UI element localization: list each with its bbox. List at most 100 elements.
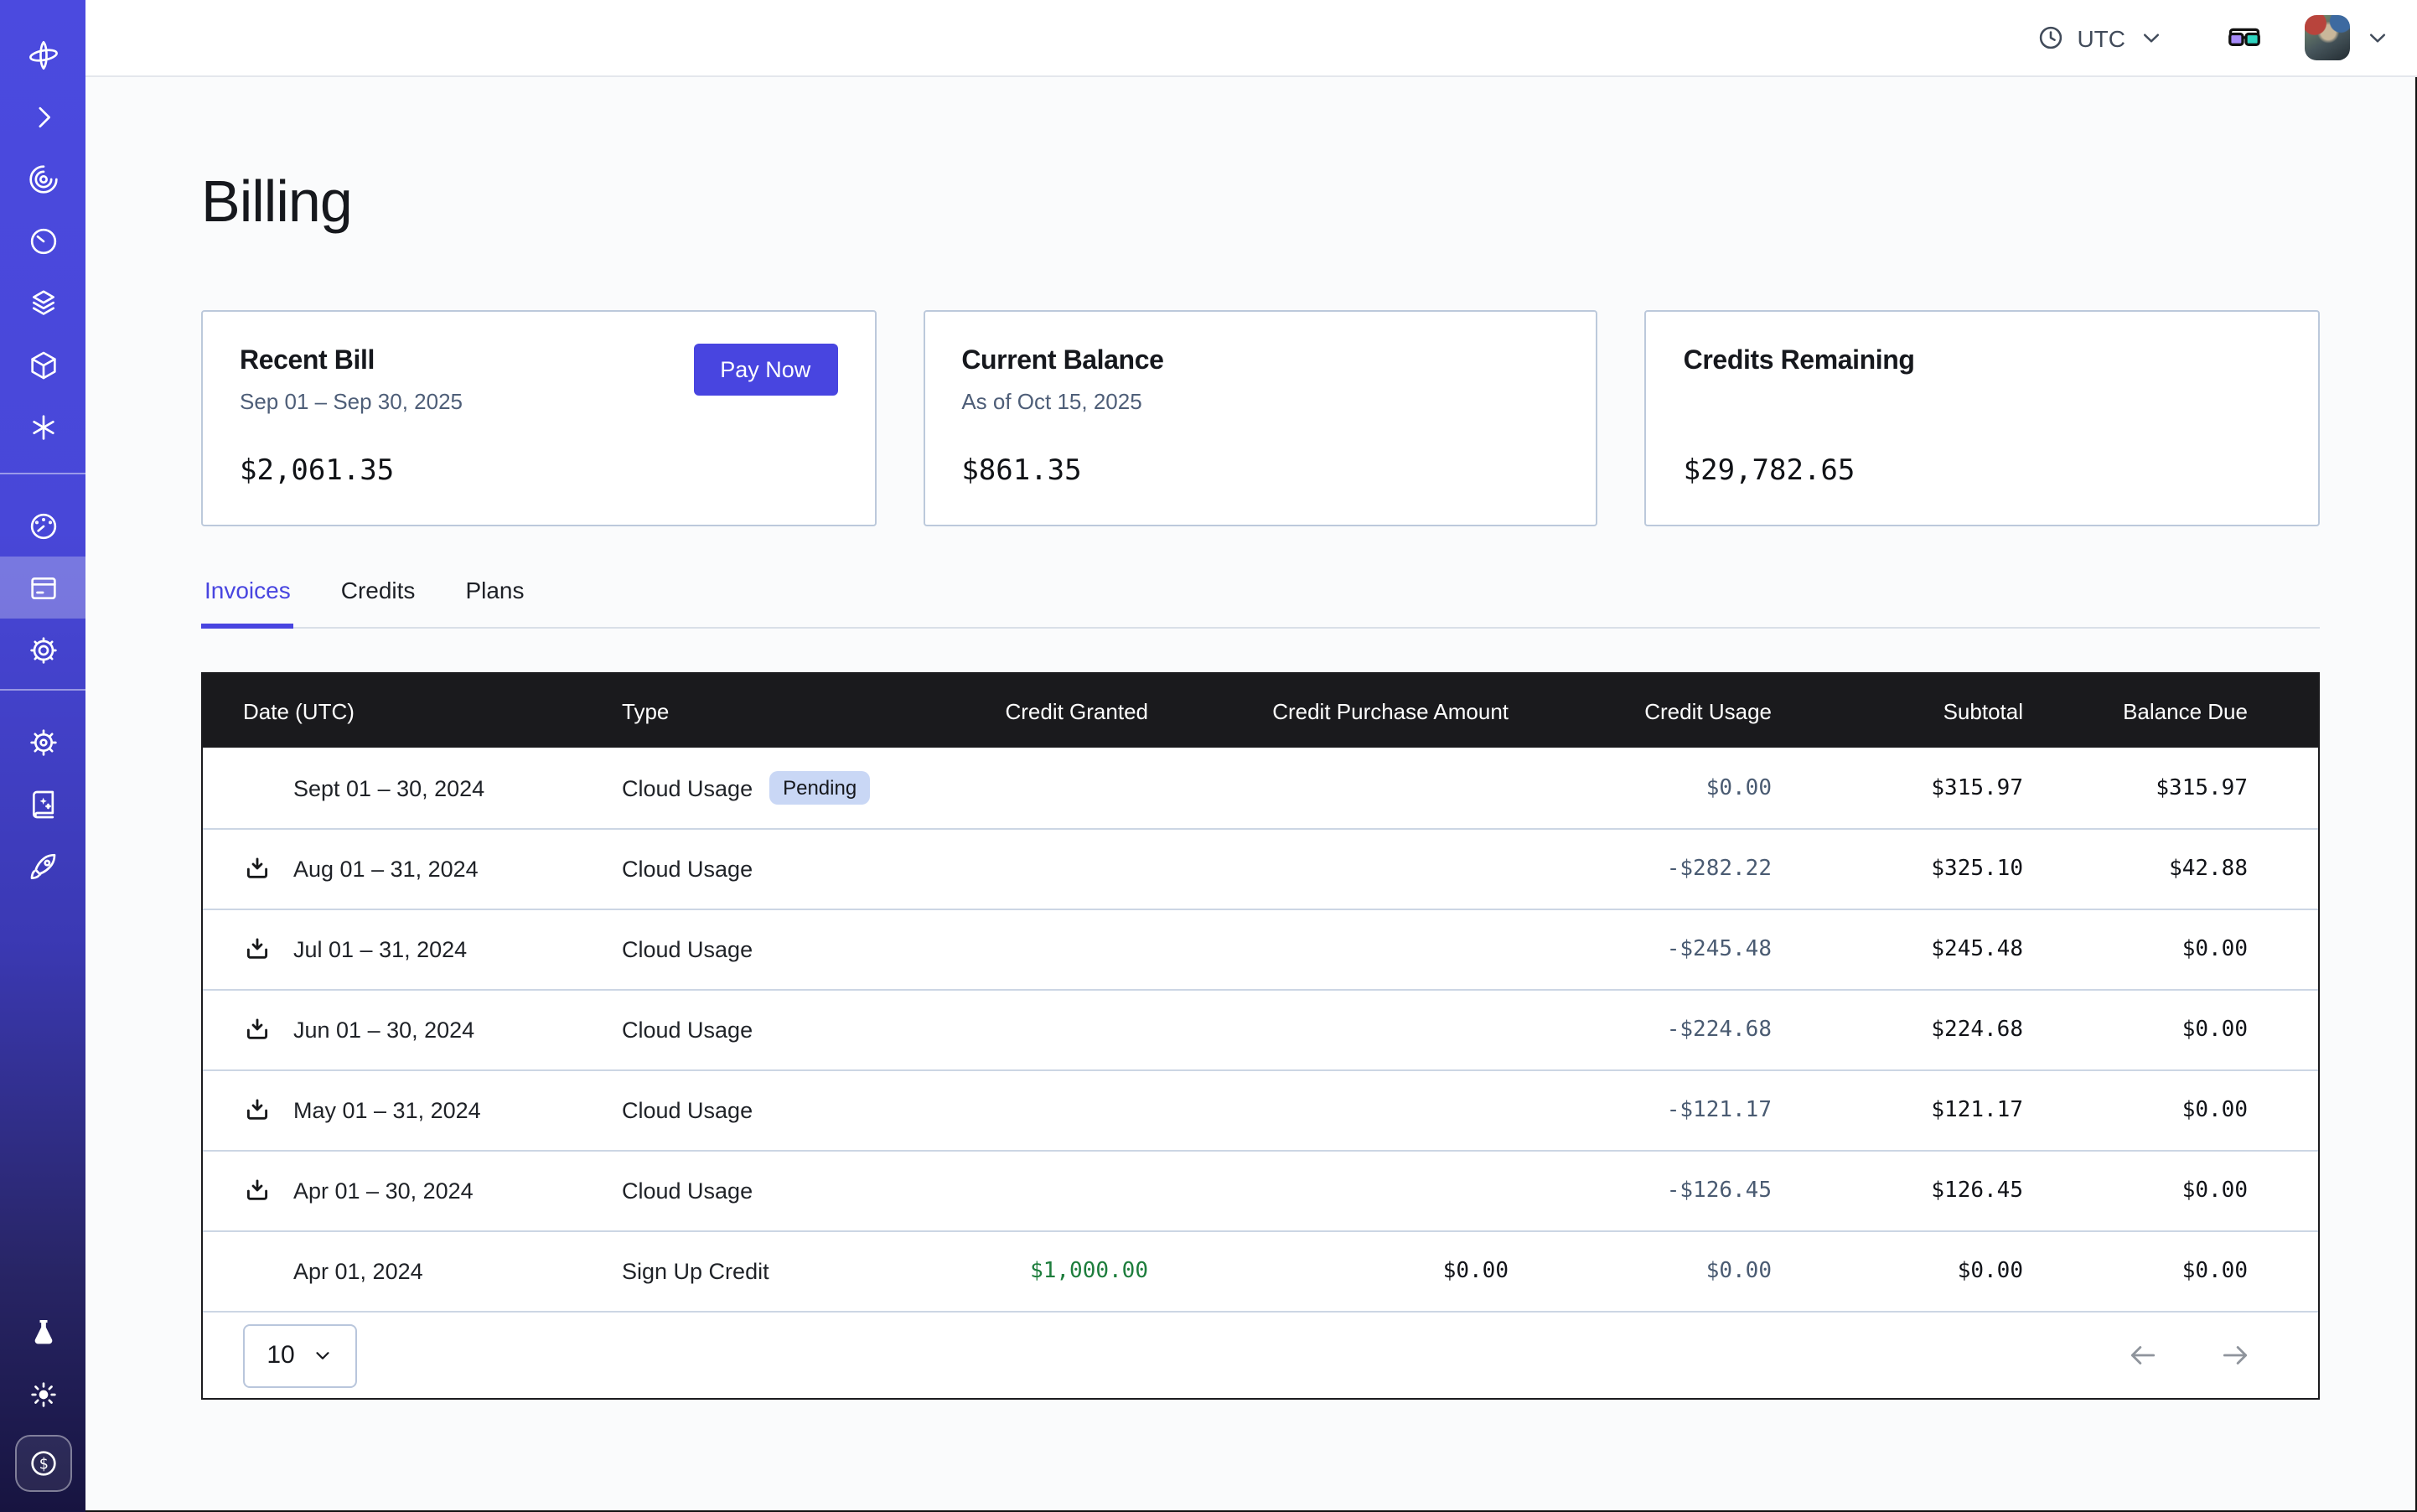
download-icon [243, 1096, 272, 1125]
expand-sidebar-button[interactable] [0, 85, 85, 148]
sidebar-item-integrations[interactable] [0, 396, 85, 458]
invoice-date-cell: Sept 01 – 30, 2024 [203, 774, 622, 802]
gauge-icon [26, 509, 60, 542]
table-header-row: Date (UTC)TypeCredit GrantedCredit Purch… [203, 674, 2318, 748]
invoice-type: Cloud Usage [622, 1098, 753, 1123]
invoice-date: Sept 01 – 30, 2024 [293, 775, 484, 800]
download-invoice-button[interactable] [243, 1257, 272, 1286]
invoice-type-cell: Cloud Usage [622, 857, 873, 882]
asterisk-icon [26, 410, 60, 443]
rocket-icon [26, 849, 60, 883]
table-body: Sept 01 – 30, 2024 Cloud Usage Pending $… [203, 748, 2318, 1311]
profile-menu-button[interactable] [2363, 23, 2392, 52]
invoice-date: Jul 01 – 31, 2024 [293, 937, 467, 962]
arrow-left-icon[interactable] [2127, 1339, 2159, 1371]
download-invoice-button[interactable] [243, 855, 272, 883]
invoice-type-cell: Cloud Usage [622, 1178, 873, 1204]
status-badge: Pending [769, 771, 870, 805]
download-invoice-button[interactable] [243, 1016, 272, 1044]
arrow-right-icon[interactable] [2219, 1339, 2251, 1371]
credit-usage-value: $0.00 [1549, 1259, 1812, 1284]
flask-icon [26, 1315, 60, 1349]
summary-cards: Recent Bill Sep 01 – Sep 30, 2025 $2,061… [201, 310, 2320, 526]
theater-mode-button[interactable] [2226, 19, 2263, 56]
invoice-type-cell: Sign Up Credit [622, 1259, 873, 1284]
table-row: Jun 01 – 30, 2024 Cloud Usage -$224.68 $… [203, 989, 2318, 1069]
invoice-date: May 01 – 31, 2024 [293, 1098, 481, 1123]
user-avatar[interactable] [2305, 15, 2350, 60]
pagination-arrows [2127, 1339, 2251, 1371]
download-invoice-button[interactable] [243, 774, 272, 802]
balance-due-value: $0.00 [2063, 1178, 2318, 1204]
invoice-date: Apr 01, 2024 [293, 1259, 423, 1284]
orbit-logo-icon[interactable] [0, 23, 85, 85]
sidebar-divider [0, 473, 85, 474]
gear-icon [26, 633, 60, 666]
recent-bill-amount: $2,061.35 [240, 454, 394, 488]
sidebar-item-monitors[interactable] [0, 210, 85, 272]
download-icon [243, 935, 272, 964]
credit-usage-value: -$245.48 [1549, 937, 1812, 962]
invoice-date: Aug 01 – 31, 2024 [293, 857, 479, 882]
sun-icon [26, 1377, 60, 1411]
billing-card-icon [26, 571, 60, 604]
table-row: Apr 01, 2024 Sign Up Credit $1,000.00 $0… [203, 1230, 2318, 1311]
3d-glasses-icon [2226, 19, 2263, 56]
main-content: Billing Recent Bill Sep 01 – Sep 30, 202… [85, 77, 2417, 1512]
invoice-date-cell: Apr 01 – 30, 2024 [203, 1177, 622, 1205]
sidebar-item-getting-started[interactable] [0, 835, 85, 897]
page-title: Billing [201, 169, 2417, 236]
sidebar-divider [0, 689, 85, 691]
download-invoice-button[interactable] [243, 1177, 272, 1205]
sidebar-item-settings[interactable] [0, 619, 85, 681]
download-invoice-button[interactable] [243, 935, 272, 964]
download-invoice-button[interactable] [243, 1096, 272, 1125]
table-row: Aug 01 – 31, 2024 Cloud Usage -$282.22 $… [203, 828, 2318, 909]
subtotal-value: $126.45 [1812, 1178, 2063, 1204]
tab-credits[interactable]: Credits [338, 577, 419, 629]
table-row: Apr 01 – 30, 2024 Cloud Usage -$126.45 $… [203, 1150, 2318, 1230]
subtotal-value: $224.68 [1812, 1017, 2063, 1043]
invoice-date-cell: Aug 01 – 31, 2024 [203, 855, 622, 883]
table-row: Jul 01 – 31, 2024 Cloud Usage -$245.48 $… [203, 909, 2318, 989]
invoice-type: Cloud Usage [622, 1017, 753, 1043]
invoice-date-cell: Jul 01 – 31, 2024 [203, 935, 622, 964]
sidebar-item-streams[interactable] [0, 148, 85, 210]
sidebar-item-support[interactable] [0, 711, 85, 773]
sidebar-item-usage[interactable] [0, 495, 85, 557]
download-icon [243, 1177, 272, 1205]
invoice-type: Sign Up Credit [622, 1259, 769, 1284]
spiral-eye-icon [26, 162, 60, 195]
sidebar-item-labs[interactable] [0, 1301, 85, 1363]
column-header: Subtotal [1812, 698, 2063, 723]
tab-invoices[interactable]: Invoices [201, 577, 294, 629]
credit-usage-value: -$224.68 [1549, 1017, 1812, 1043]
credit-usage-value: -$121.17 [1549, 1098, 1812, 1123]
top-bar: UTC [85, 0, 2417, 77]
sidebar-item-billing[interactable] [0, 557, 85, 619]
theme-toggle-button[interactable] [0, 1363, 85, 1425]
chevron-down-icon [2363, 23, 2392, 52]
credits-badge-button[interactable]: $ [14, 1435, 71, 1492]
invoice-type-cell: Cloud Usage Pending [622, 771, 873, 805]
invoices-table: Date (UTC)TypeCredit GrantedCredit Purch… [201, 672, 2320, 1400]
invoice-date: Apr 01 – 30, 2024 [293, 1178, 474, 1204]
sidebar-item-datasets[interactable] [0, 272, 85, 334]
tab-plans[interactable]: Plans [462, 577, 527, 629]
subtotal-value: $0.00 [1812, 1259, 2063, 1284]
pay-now-button[interactable]: Pay Now [693, 344, 837, 396]
card-title: Current Balance [961, 347, 1559, 377]
timezone-selector[interactable]: UTC [2037, 23, 2166, 52]
card-title: Credits Remaining [1684, 347, 2281, 377]
credit-usage-value: $0.00 [1549, 775, 1812, 800]
column-header: Date (UTC) [203, 698, 622, 723]
balance-due-value: $0.00 [2063, 1017, 2318, 1043]
balance-due-value: $0.00 [2063, 1259, 2318, 1284]
current-balance-amount: $861.35 [961, 454, 1081, 488]
sidebar-item-docs[interactable] [0, 773, 85, 835]
sidebar-item-packages[interactable] [0, 334, 85, 396]
subtotal-value: $315.97 [1812, 775, 2063, 800]
download-icon [243, 1016, 272, 1044]
balance-due-value: $0.00 [2063, 1098, 2318, 1123]
page-size-select[interactable]: 10 [243, 1323, 357, 1387]
